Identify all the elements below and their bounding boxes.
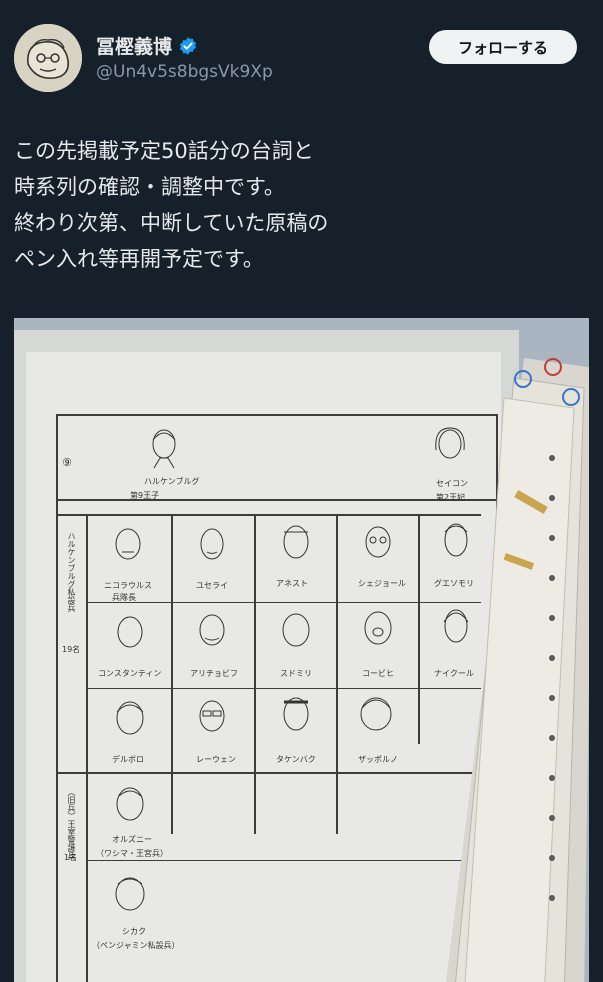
character-face — [115, 528, 141, 560]
character-face — [117, 616, 143, 648]
character-name: レーウェン — [196, 755, 236, 764]
character-face — [200, 528, 224, 560]
author-avatar[interactable] — [14, 24, 82, 92]
character-face — [282, 613, 310, 647]
character-name: コンスタンティン — [98, 669, 162, 678]
character-face — [199, 614, 225, 646]
character-name: ニコラウルス — [104, 581, 152, 590]
character-face — [152, 429, 176, 469]
group-count: 19名 — [62, 645, 81, 654]
character-face — [283, 525, 309, 559]
character-face — [364, 611, 392, 645]
author-handle[interactable]: @Un4v5s8bgsVk9Xp — [96, 62, 273, 82]
table-rule — [56, 499, 496, 501]
tweet-line: 終わり次第、中断していた原稿の — [14, 211, 329, 235]
character-name: ザッポルノ — [358, 755, 398, 764]
character-face — [116, 787, 144, 821]
author-name[interactable]: 冨樫義博 — [96, 32, 172, 59]
group-count: 1名 — [64, 853, 78, 862]
binder-ring — [562, 388, 580, 406]
tweet-text: この先掲載予定50話分の台詞と 時系列の確認・調整中です。 終わり次第、中断して… — [14, 133, 574, 277]
character-face — [199, 700, 225, 732]
character-name: シカク — [122, 927, 146, 936]
table-rule — [336, 514, 338, 834]
tweet-photo[interactable]: ⑨ ハルケンブルグ 第9王子 セイコン 第2王妃 ハルケンブルグ私設兵 19名 … — [14, 318, 589, 982]
binder-ring — [514, 370, 532, 388]
character-face — [115, 877, 145, 911]
avatar-drawing — [14, 24, 82, 92]
character-name: シェジョール — [358, 579, 406, 588]
character-face — [283, 697, 309, 731]
character-name: アリチョビフ — [190, 669, 238, 678]
table-rule — [86, 860, 481, 861]
character-sheet: ⑨ ハルケンブルグ 第9王子 セイコン 第2王妃 ハルケンブルグ私設兵 19名 … — [26, 352, 501, 982]
table-rule — [86, 602, 481, 603]
tweet-line: 時系列の確認・調整中です。 — [14, 175, 285, 199]
tweet-line: この先掲載予定50話分の台詞と — [14, 139, 314, 163]
character-name: オルズニー — [112, 835, 152, 844]
character-name: アネスト — [276, 579, 308, 588]
character-face — [365, 526, 391, 558]
table-rule — [56, 772, 481, 774]
notebook-pages — [444, 358, 589, 982]
character-name: タケンバク — [276, 755, 316, 764]
character-face — [360, 697, 392, 731]
character-name: ユセライ — [196, 581, 228, 590]
sheet-number: ⑨ — [62, 456, 72, 469]
table-rule — [171, 514, 173, 834]
table-border — [56, 414, 496, 416]
table-rule — [86, 514, 88, 982]
character-name: デルボロ — [112, 755, 144, 764]
follow-button[interactable]: フォローする — [429, 30, 577, 64]
table-rule — [86, 688, 481, 689]
character-name: コービヒ — [362, 669, 394, 678]
character-name: ハルケンブルグ — [144, 477, 200, 486]
group-label: （旧兵）王室警護兵 — [67, 788, 76, 860]
character-title: 兵隊長 — [112, 593, 136, 602]
group-label: ハルケンブルグ私設兵 — [67, 532, 76, 612]
table-rule — [254, 514, 256, 834]
notebook-stack — [446, 358, 589, 982]
binder-ring — [544, 358, 562, 376]
author-name-row: 冨樫義博 — [96, 32, 198, 59]
table-rule — [418, 514, 420, 744]
character-name: スドミリ — [280, 669, 312, 678]
tweet-line: ペン入れ等再開予定です。 — [14, 247, 264, 271]
verified-badge-icon — [179, 36, 197, 55]
character-title: 第9王子 — [130, 491, 160, 500]
character-face — [116, 701, 144, 735]
character-title: （ワシマ・王宮兵） — [96, 849, 168, 858]
character-title: （ペンジャミン私設兵） — [92, 941, 180, 950]
